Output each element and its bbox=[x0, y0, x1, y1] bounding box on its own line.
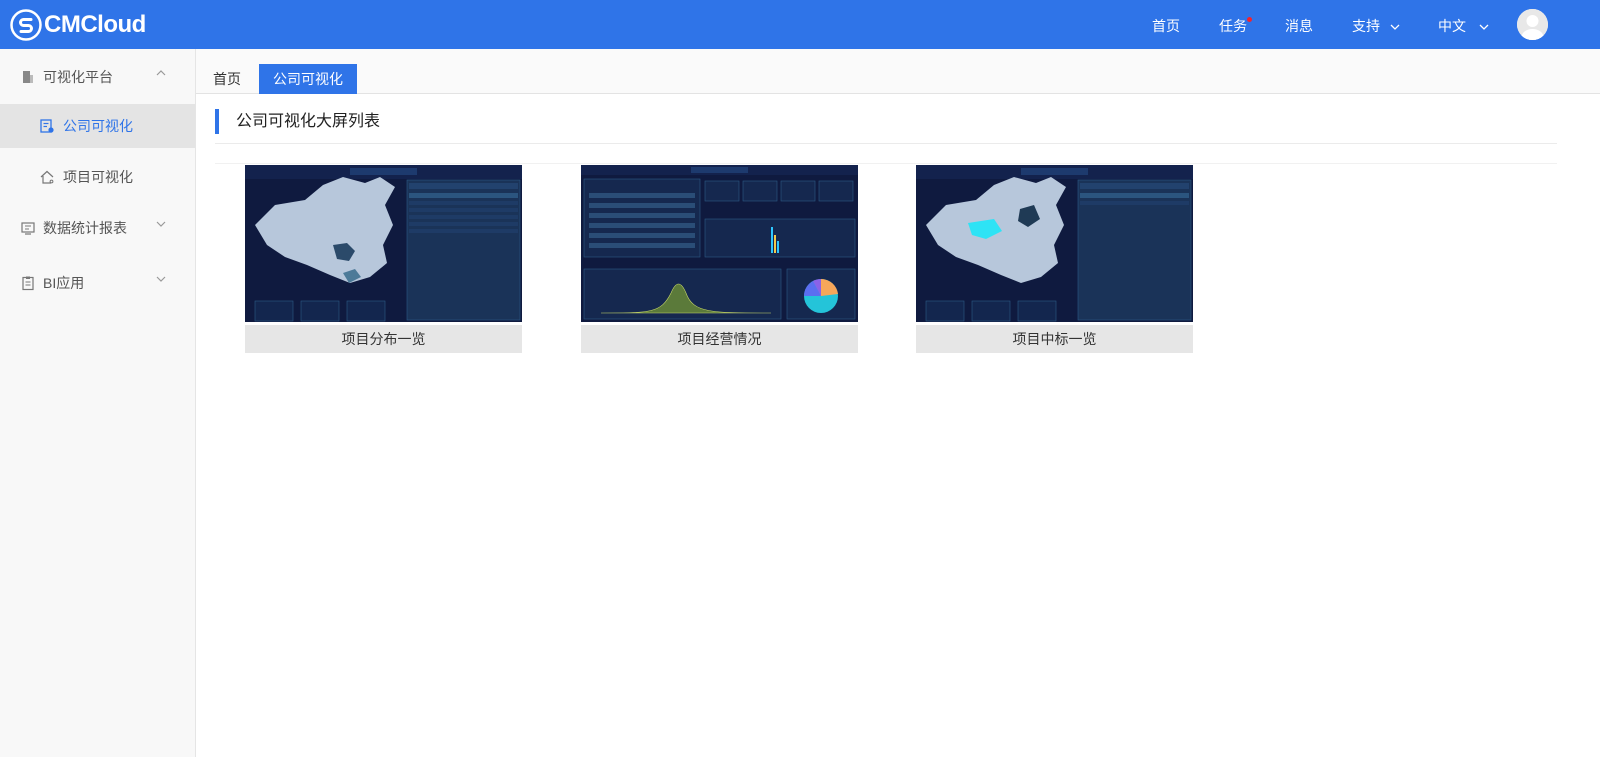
report-icon bbox=[21, 222, 35, 235]
sidebar-group-label: BI应用 bbox=[43, 275, 85, 291]
notification-dot bbox=[1247, 17, 1252, 22]
tab-home[interactable]: 首页 bbox=[199, 64, 255, 94]
user-avatar[interactable] bbox=[1517, 9, 1548, 40]
user-icon bbox=[1517, 9, 1548, 40]
dashboard-card-project-operations[interactable]: 项目经营情况 bbox=[581, 165, 858, 353]
sidebar-group-label: 可视化平台 bbox=[43, 69, 113, 85]
divider bbox=[215, 143, 1557, 144]
sidebar-item-company-visualization[interactable]: 公司可视化 bbox=[0, 104, 195, 148]
page-title: 公司可视化大屏列表 bbox=[215, 109, 380, 134]
chevron-down-icon bbox=[156, 221, 166, 227]
chevron-down-icon bbox=[1390, 24, 1400, 31]
chevron-down-icon bbox=[156, 276, 166, 282]
dashboard-thumbnail[interactable] bbox=[581, 165, 858, 322]
dashboard-thumbnail[interactable] bbox=[916, 165, 1193, 322]
map-dashboard-preview bbox=[245, 165, 522, 322]
logo[interactable]: CMCloud bbox=[10, 9, 146, 41]
dashboard-card-project-bids[interactable]: 项目中标一览 bbox=[916, 165, 1193, 353]
nav-home[interactable]: 首页 bbox=[1152, 16, 1180, 36]
sidebar-group-label: 数据统计报表 bbox=[43, 220, 127, 236]
tab-company-visualization[interactable]: 公司可视化 bbox=[259, 64, 357, 94]
card-caption: 项目经营情况 bbox=[581, 325, 858, 353]
dashboard-thumbnail[interactable] bbox=[245, 165, 522, 322]
language-switcher[interactable]: 中文 bbox=[1438, 16, 1489, 36]
nav-support[interactable]: 支持 bbox=[1352, 16, 1400, 36]
nav-tasks[interactable]: 任务 bbox=[1219, 16, 1252, 36]
sidebar-group-bi-apps[interactable]: BI应用 bbox=[0, 261, 195, 305]
dashboard-card-project-distribution[interactable]: 项目分布一览 bbox=[245, 165, 522, 353]
map-dashboard-preview bbox=[916, 165, 1193, 322]
card-caption: 项目分布一览 bbox=[245, 325, 522, 353]
sidebar-item-project-visualization[interactable]: 项目可视化 bbox=[0, 155, 195, 199]
logo-text: CMCloud bbox=[44, 11, 146, 38]
top-header: CMCloud 首页 任务 消息 支持 中文 bbox=[0, 0, 1600, 49]
tab-bar: 首页 公司可视化 bbox=[196, 49, 1600, 94]
card-caption: 项目中标一览 bbox=[916, 325, 1193, 353]
chevron-down-icon bbox=[1479, 24, 1489, 31]
clipboard-icon bbox=[22, 276, 34, 291]
document-chart-icon bbox=[40, 119, 54, 133]
building-icon bbox=[23, 71, 33, 83]
sidebar-group-data-reports[interactable]: 数据统计报表 bbox=[0, 206, 195, 250]
sidebar-item-label: 公司可视化 bbox=[63, 118, 133, 134]
nav-support-label: 支持 bbox=[1352, 18, 1380, 34]
home-outline-icon bbox=[40, 170, 54, 184]
language-label: 中文 bbox=[1438, 18, 1466, 34]
operations-dashboard-preview bbox=[581, 165, 858, 322]
sidebar-item-label: 项目可视化 bbox=[63, 169, 133, 185]
divider bbox=[215, 163, 1557, 164]
sidebar: 可视化平台 公司可视化 项目可视化 数据统计报表 BI应用 bbox=[0, 49, 196, 757]
logo-icon bbox=[10, 9, 42, 41]
nav-tasks-label: 任务 bbox=[1219, 18, 1247, 34]
sidebar-group-visualization-platform[interactable]: 可视化平台 bbox=[0, 55, 195, 99]
nav-messages[interactable]: 消息 bbox=[1285, 16, 1313, 36]
chevron-up-icon bbox=[156, 70, 166, 76]
